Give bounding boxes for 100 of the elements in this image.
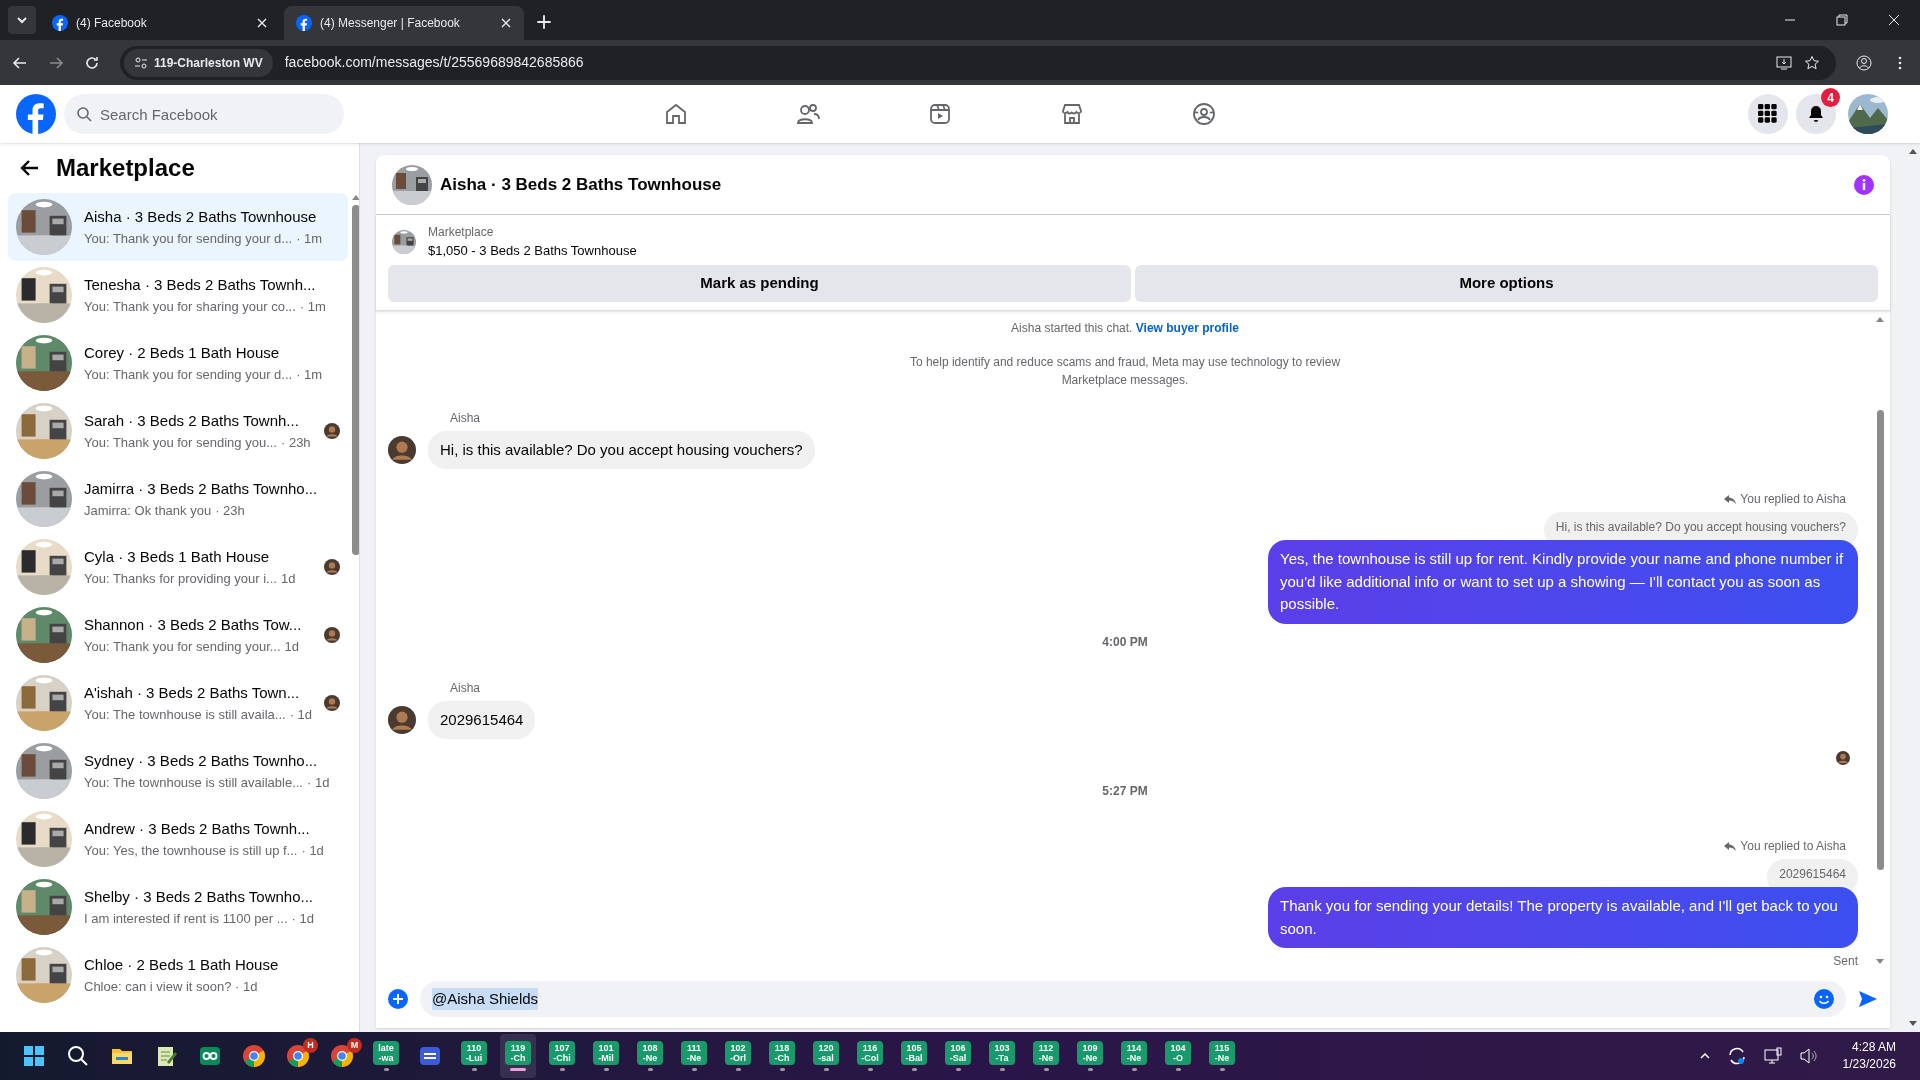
add-icon[interactable] <box>388 989 408 1009</box>
app-tile[interactable]: 105 -Bal <box>901 1041 927 1065</box>
app-tile[interactable]: 104 -O <box>1165 1041 1191 1065</box>
scrollbar-thumb[interactable] <box>1876 410 1884 871</box>
star-icon[interactable] <box>1804 54 1820 71</box>
conversation-item[interactable]: Shelby · 3 Beds 2 Baths Townho... I am interested if rent is 1100 per ... · 1d <box>8 873 349 941</box>
close-icon[interactable] <box>1888 14 1900 26</box>
message-preview: I am interested if rent is 1100 per ... <box>84 909 288 928</box>
install-app-icon[interactable] <box>1776 54 1792 71</box>
conversation-title: Tenesha · 3 Beds 2 Baths Townh... <box>84 275 317 295</box>
tab-list-icon[interactable] <box>8 6 36 34</box>
app-tile[interactable]: 107 -Chi <box>549 1041 575 1065</box>
conversation-title: Shelby · 3 Beds 2 Baths Townho... <box>84 887 315 907</box>
app-tile[interactable]: 109 -Ne <box>1077 1041 1103 1065</box>
app-tile[interactable]: 108 -Ne <box>637 1041 663 1065</box>
marketplace-icon[interactable] <box>1060 102 1084 126</box>
home-icon[interactable] <box>664 102 688 126</box>
send-icon[interactable] <box>1858 989 1878 1009</box>
back-icon[interactable] <box>12 54 28 71</box>
clock-date[interactable]: 1/23/2026 <box>1842 1056 1896 1073</box>
message-time: · 23h <box>280 433 311 452</box>
app-tile[interactable]: 115 -Ne <box>1209 1041 1235 1065</box>
sender-name: Aisha <box>450 409 482 427</box>
browser-tab[interactable]: (4) Facebook <box>40 6 280 40</box>
network-icon[interactable] <box>1762 1046 1783 1066</box>
info-icon[interactable] <box>1854 174 1874 195</box>
app-tile[interactable]: 119 -Ch <box>505 1041 531 1065</box>
volume-icon[interactable] <box>1798 1046 1819 1066</box>
profile-icon[interactable] <box>1856 54 1872 71</box>
conversation-item[interactable]: Sydney · 3 Beds 2 Baths Townho... You: The townhouse is still available... · 1d <box>8 737 349 805</box>
reply-label: You replied to Aisha <box>1740 838 1846 855</box>
conversation-item[interactable]: Cyla · 3 Beds 1 Bath House You: Thanks for providing your i... 1d <box>8 533 349 601</box>
emoji-icon[interactable] <box>1814 989 1834 1009</box>
notification-badge: 4 <box>1821 88 1840 107</box>
message-preview: You: Thanks for providing your i... <box>84 569 277 588</box>
conversation-item[interactable]: A'ishah · 3 Beds 2 Baths Town... You: The townhouse is still availa... · 1d <box>8 669 349 737</box>
notifications-button[interactable] <box>1796 94 1836 134</box>
search-field[interactable]: Search Facebook <box>64 94 344 134</box>
scroll-down-icon[interactable] <box>1876 958 1884 966</box>
message-input-field[interactable]: @Aisha Shields <box>420 981 1846 1017</box>
menu-button[interactable] <box>1748 94 1788 134</box>
chrome-icon[interactable] <box>242 1044 266 1068</box>
app-tile[interactable]: 111 -Ne <box>681 1041 707 1065</box>
app-icon[interactable] <box>418 1044 442 1068</box>
search-icon[interactable] <box>66 1044 90 1068</box>
close-icon[interactable] <box>500 17 512 29</box>
conversation-item[interactable]: Chloe · 2 Beds 1 Bath House Chloe: can i view it soon? · 1d <box>8 941 349 1009</box>
app-tile[interactable]: 114 -Ne <box>1121 1041 1147 1065</box>
facebook-icon <box>296 15 312 31</box>
message-time: 1d <box>280 569 296 588</box>
message-preview: You: Thank you for sending your d... <box>84 229 293 248</box>
conversation-item[interactable]: Jamirra · 3 Beds 2 Baths Townho... Jamirra: Ok thank you · 23h <box>8 465 349 533</box>
scrollbar-thumb[interactable] <box>352 205 359 555</box>
forward-icon[interactable] <box>48 54 64 71</box>
app-tile[interactable]: 103 -Ta <box>989 1041 1015 1065</box>
profile-badge: H <box>303 1038 318 1053</box>
conversation-item[interactable]: Tenesha · 3 Beds 2 Baths Townh... You: Thank you for sharing your co... · 1m <box>8 261 349 329</box>
conversation-item[interactable]: Corey · 2 Beds 1 Bath House You: Thank you for sending your d... · 1m <box>8 329 349 397</box>
facebook-icon <box>52 15 68 31</box>
site-info-chip[interactable]: 119-Charleston WV <box>124 48 273 77</box>
restore-icon[interactable] <box>1836 14 1848 26</box>
app-tile[interactable]: 101 -Mil <box>593 1041 619 1065</box>
scroll-up-icon[interactable] <box>1909 147 1917 155</box>
conversation-item[interactable]: Sarah · 3 Beds 2 Baths Townh... You: Thank you for sending you... · 23h <box>8 397 349 465</box>
facebook-logo-icon[interactable] <box>16 94 56 134</box>
conversation-item[interactable]: Shannon · 3 Beds 2 Baths Tow... You: Thank you for sending your... 1d <box>8 601 349 669</box>
app-tile[interactable]: 102 -Orl <box>725 1041 751 1065</box>
buyer-profile-link[interactable]: View buyer profile <box>1135 320 1239 335</box>
account-button[interactable] <box>1848 94 1888 134</box>
video-icon[interactable] <box>928 102 952 126</box>
action-button[interactable]: Mark as pending <box>388 264 1131 302</box>
app-tile[interactable]: 118 -Ch <box>769 1041 795 1065</box>
close-icon[interactable] <box>256 17 268 29</box>
new-tab-icon[interactable] <box>536 14 552 30</box>
back-arrow-icon[interactable] <box>20 158 40 178</box>
app-tile[interactable]: 120 -sal <box>813 1041 839 1065</box>
app-tile[interactable]: 110 -Lui <box>461 1041 487 1065</box>
start-icon[interactable] <box>22 1044 46 1068</box>
reload-icon[interactable] <box>84 54 100 71</box>
url-text[interactable]: facebook.com/messages/t/25569689842685866 <box>284 52 1764 73</box>
browser-tab[interactable]: (4) Messenger | Facebook <box>284 6 524 40</box>
app-tile[interactable]: 106 -Sal <box>945 1041 971 1065</box>
app-tile[interactable]: late -wa <box>373 1041 399 1065</box>
chrome-icon[interactable] <box>286 1044 310 1068</box>
loop-icon[interactable] <box>198 1044 222 1068</box>
profile-badge: M <box>347 1038 362 1053</box>
app-tile[interactable]: 112 -Ne <box>1033 1041 1059 1065</box>
reply-label: You replied to Aisha <box>1740 491 1846 508</box>
sync-icon[interactable] <box>1726 1046 1747 1066</box>
message-time: · 23h <box>215 501 245 520</box>
clock-time[interactable]: 4:28 AM <box>1851 1039 1896 1056</box>
friends-icon[interactable] <box>796 102 820 126</box>
app-tile[interactable]: 116 -Col <box>857 1041 883 1065</box>
conversation-item[interactable]: Aisha · 3 Beds 2 Baths Townhouse You: Thank you for sending your d... · 1m <box>8 193 349 261</box>
scroll-up-icon[interactable] <box>352 193 359 201</box>
conversation-item[interactable]: Andrew · 3 Beds 2 Baths Townh... You: Yes, the townhouse is still up f... · 1d <box>8 805 349 873</box>
scroll-down-icon[interactable] <box>1909 1020 1917 1028</box>
sidebar-title: Marketplace <box>56 153 195 183</box>
groups-icon[interactable] <box>1192 102 1216 126</box>
action-button[interactable]: More options <box>1135 264 1878 302</box>
